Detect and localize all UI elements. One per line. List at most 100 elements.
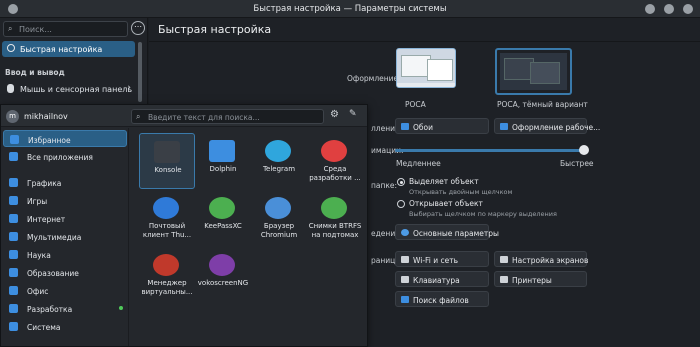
app-label: Среда разработки ... — [309, 165, 361, 182]
app-tile[interactable]: Браузер Chromium — [251, 190, 307, 246]
app-label: Dolphin — [209, 165, 237, 173]
category-item[interactable]: Мультимедиа — [3, 228, 127, 245]
theme-rosa-dark-label: РОСА, тёмный вариант — [497, 100, 588, 109]
sidebar-item-quick-settings[interactable]: Быстрая настройка — [2, 41, 135, 57]
category-label: Образование — [27, 268, 79, 278]
app-tile[interactable]: Менеджер виртуальны... — [139, 247, 195, 303]
close-icon[interactable] — [683, 4, 693, 14]
app-label: KeePassXC — [204, 222, 242, 230]
app-label: Konsole — [154, 166, 182, 174]
category-item[interactable]: Интернет — [3, 210, 127, 227]
keyboard-label: Клавиатура — [413, 275, 460, 285]
app-tile[interactable]: Konsole — [139, 133, 195, 189]
app-label: Почтовый клиент Thu... — [142, 222, 192, 239]
appearance-label: Оформление: — [347, 74, 401, 83]
category-item[interactable]: Офис — [3, 282, 127, 299]
sidebar-section-title: Ввод и вывод — [5, 68, 65, 77]
category-icon — [9, 250, 18, 259]
chevron-right-icon: › — [127, 83, 131, 93]
status-dot — [119, 306, 123, 310]
gear-icon[interactable]: ⚙ — [330, 109, 339, 120]
window-titlebar: Быстрая настройка — Параметры системы — [0, 0, 700, 18]
vokoscreen-icon — [209, 254, 235, 276]
app-label: vokoscreenNG — [197, 279, 249, 287]
radio-select-label: Выделяет объект — [409, 177, 479, 186]
radio-open-desc: Выбирать щелчком по маркеру выделения — [409, 210, 557, 218]
sidebar-menu-button[interactable]: ⋯ — [131, 21, 145, 35]
category-icon — [9, 268, 18, 277]
app-tile[interactable]: Почтовый клиент Thu... — [139, 190, 195, 246]
wifi-network-button[interactable]: Wi-Fi и сеть — [395, 251, 489, 267]
app-tile[interactable]: Среда разработки ... — [307, 133, 363, 189]
click-row-label: папке: — [371, 181, 398, 190]
app-tile[interactable]: Dolphin — [195, 133, 251, 189]
category-item[interactable]: Графика — [3, 174, 127, 191]
category-item[interactable]: Разработка — [3, 300, 127, 317]
sidebar-search-input[interactable]: ⌕ Поиск... — [3, 21, 128, 37]
sidebar-item-mouse[interactable]: Мышь и сенсорная панель › — [2, 81, 135, 97]
category-icon — [9, 196, 18, 205]
category-item[interactable]: Система — [3, 318, 127, 335]
chromium-icon — [265, 197, 291, 219]
app-tile[interactable]: KeePassXC — [195, 190, 251, 246]
theme-rosa-thumbnail[interactable] — [396, 48, 456, 88]
pin-icon[interactable]: ✎ — [349, 109, 357, 119]
category-item[interactable]: Все приложения — [3, 148, 127, 165]
category-item[interactable]: Наука — [3, 246, 127, 263]
radio-open-label: Открывает объект — [409, 199, 483, 208]
radio-open[interactable] — [397, 200, 405, 208]
file-search-button[interactable]: Поиск файлов — [395, 291, 489, 307]
printer-icon — [500, 276, 508, 283]
btrfs-icon — [321, 197, 347, 219]
launcher-categories: Избранное Все приложения Графика Игры Интерн… — [1, 128, 129, 346]
minimize-icon[interactable] — [645, 4, 655, 14]
launcher-search-input[interactable]: ⌕ Введите текст для поиска... — [131, 109, 324, 124]
theme-rosa-dark-thumbnail[interactable] — [495, 48, 572, 95]
category-label: Разработка — [27, 304, 73, 314]
display-settings-button[interactable]: Настройка экранов — [494, 251, 588, 267]
category-label: Интернет — [27, 214, 66, 224]
printers-button[interactable]: Принтеры — [494, 271, 587, 287]
app-label: Менеджер виртуальны... — [141, 279, 193, 296]
slider-min-label: Медленнее — [396, 159, 441, 168]
basic-settings-button[interactable]: Основные параметры — [395, 224, 499, 240]
category-item[interactable]: Избранное — [3, 130, 127, 147]
wallpaper-button[interactable]: Обои — [395, 118, 489, 134]
file-search-label: Поиск файлов — [413, 295, 469, 305]
category-icon — [9, 304, 18, 313]
app-tile[interactable]: vokoscreenNG — [195, 247, 251, 303]
sidebar-scrollbar[interactable] — [138, 42, 142, 102]
app-tile[interactable]: Снимки BTRFS на подтомах — [307, 190, 363, 246]
settings-icon — [401, 229, 409, 236]
category-label: Наука — [27, 250, 51, 260]
slider-handle[interactable] — [579, 145, 589, 155]
launcher-search-placeholder: Введите текст для поиска... — [148, 113, 260, 122]
category-label: Мультимедиа — [27, 232, 82, 242]
thunderbird-icon — [153, 197, 179, 219]
category-item[interactable]: Образование — [3, 264, 127, 281]
search-icon: ⌕ — [8, 24, 13, 33]
desktop-icon — [500, 123, 508, 130]
app-tile[interactable]: Telegram — [251, 133, 307, 189]
sidebar-item-label: Мышь и сенсорная панель — [20, 84, 133, 94]
quick-settings-icon — [7, 44, 15, 52]
category-icon — [9, 152, 18, 161]
avatar[interactable]: m — [6, 110, 19, 123]
konsole-icon — [154, 141, 180, 163]
category-label: Офис — [27, 286, 49, 296]
keyboard-button[interactable]: Клавиатура — [395, 271, 489, 287]
desktop-appearance-button[interactable]: Оформление рабоче... — [494, 118, 600, 134]
maximize-icon[interactable] — [664, 4, 674, 14]
animation-speed-slider[interactable] — [395, 149, 585, 152]
printers-label: Принтеры — [512, 275, 552, 285]
mouse-icon — [7, 84, 14, 93]
telegram-icon — [265, 140, 291, 162]
category-item[interactable]: Игры — [3, 192, 127, 209]
window-title: Быстрая настройка — Параметры системы — [253, 4, 447, 14]
launcher-header: m mikhailnov ⌕ Введите текст для поиска.… — [1, 105, 367, 127]
monitor-icon — [500, 256, 508, 263]
radio-select[interactable] — [397, 178, 405, 186]
category-label: Система — [27, 322, 61, 332]
desktop-appearance-label: Оформление рабоче... — [512, 122, 601, 132]
page-title: Быстрая настройка — [158, 23, 272, 36]
